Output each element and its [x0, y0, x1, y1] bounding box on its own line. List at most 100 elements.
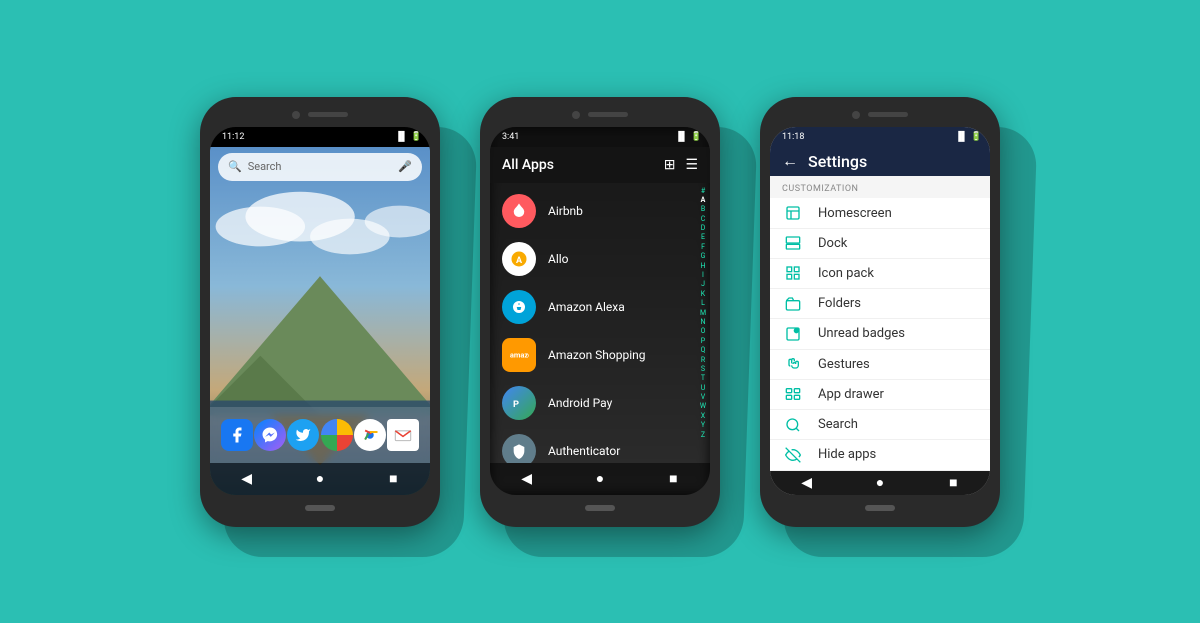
alpha-j[interactable]: J: [701, 280, 705, 288]
alpha-o[interactable]: O: [701, 327, 706, 335]
settings-item-search[interactable]: Search: [770, 410, 990, 440]
alpha-p[interactable]: P: [701, 337, 705, 345]
gestures-label: Gestures: [818, 357, 870, 372]
search-bar[interactable]: 🔍 Search 🎤: [218, 153, 422, 181]
alpha-i[interactable]: I: [702, 271, 704, 279]
photos-icon[interactable]: [321, 419, 353, 451]
app-icon-androidpay: P: [502, 386, 536, 420]
mic-icon: 🎤: [398, 160, 412, 173]
alpha-e[interactable]: E: [701, 233, 705, 241]
phone3-status-bar: 11:18 ▐▌ 🔋: [770, 127, 990, 147]
alpha-w[interactable]: W: [700, 402, 706, 410]
svg-text:amazon: amazon: [510, 350, 529, 359]
facebook-icon[interactable]: [221, 419, 253, 451]
phone2-header: All Apps ⊞ ☰: [490, 147, 710, 183]
alpha-d[interactable]: D: [701, 224, 706, 232]
phone2-bottom-bar: [490, 499, 710, 517]
phone1: 11:12 ▐▌ 🔋: [200, 97, 440, 527]
alpha-m[interactable]: M: [700, 309, 706, 317]
grid-view-icon[interactable]: ⊞: [664, 157, 676, 173]
wifi-icon3: 🔋: [971, 132, 982, 142]
app-icon-allo: A: [502, 242, 536, 276]
list-item[interactable]: amazon Amazon Shopping: [490, 331, 696, 379]
back-button[interactable]: ◀: [235, 467, 259, 491]
settings-item-folders[interactable]: Folders: [770, 289, 990, 319]
app-name-androidpay: Android Pay: [548, 396, 612, 410]
home-btn3[interactable]: ●: [868, 471, 892, 495]
phone2-top-bar: [490, 107, 710, 123]
messenger-icon[interactable]: [254, 419, 286, 451]
search-label: Search: [248, 160, 393, 173]
alpha-x[interactable]: X: [701, 412, 705, 420]
settings-item-gestures[interactable]: Gestures: [770, 350, 990, 380]
alpha-hash[interactable]: #: [701, 187, 705, 195]
list-item[interactable]: Authenticator: [490, 427, 696, 463]
phone3-camera: [852, 111, 860, 119]
list-view-icon[interactable]: ☰: [685, 157, 698, 173]
phone3-nav-bar: ◀ ● ■: [770, 471, 990, 495]
twitter-icon[interactable]: [287, 419, 319, 451]
phone1-bottom-bar: [210, 499, 430, 517]
settings-item-hideapps[interactable]: Hide apps: [770, 440, 990, 470]
phone3-top-bar: [770, 107, 990, 123]
alpha-y[interactable]: Y: [701, 421, 705, 429]
list-item[interactable]: Amazon Alexa: [490, 283, 696, 331]
back-btn3[interactable]: ◀: [795, 471, 819, 495]
settings-item-badges[interactable]: Unread badges: [770, 319, 990, 349]
alpha-f[interactable]: F: [701, 243, 705, 251]
alpha-s[interactable]: S: [701, 365, 705, 373]
alpha-n[interactable]: N: [701, 318, 706, 326]
phone3-bottom-bar: [770, 499, 990, 517]
settings-item-appdrawer[interactable]: App drawer: [770, 380, 990, 410]
settings-item-homescreen[interactable]: Homescreen: [770, 198, 990, 228]
phone1-speaker: [308, 112, 348, 117]
phone3-bottom-btn: [865, 505, 895, 511]
phone3-time: 11:18: [782, 132, 804, 142]
phone2-speaker: [588, 112, 628, 117]
search-icon: 🔍: [228, 160, 242, 173]
recents-btn3[interactable]: ■: [941, 471, 965, 495]
iconpack-label: Icon pack: [818, 266, 874, 281]
alpha-q[interactable]: Q: [701, 346, 706, 354]
back-arrow-icon[interactable]: ←: [782, 151, 798, 171]
chrome-icon[interactable]: [354, 419, 386, 451]
alpha-k[interactable]: K: [701, 290, 705, 298]
alpha-u[interactable]: U: [701, 384, 706, 392]
recents-button[interactable]: ■: [381, 467, 405, 491]
customization-label: CUSTOMIZATION: [770, 176, 990, 198]
phone3-speaker: [868, 112, 908, 117]
alpha-t[interactable]: T: [701, 374, 705, 382]
settings-item-iconpack[interactable]: Icon pack: [770, 259, 990, 289]
list-item[interactable]: P Android Pay: [490, 379, 696, 427]
alpha-g[interactable]: G: [701, 252, 706, 260]
gestures-icon: [782, 353, 804, 375]
alpha-h[interactable]: H: [701, 262, 706, 270]
phone3-content: 11:18 ▐▌ 🔋 ← Settings CUSTOMIZATION Home…: [770, 127, 990, 495]
home-button[interactable]: ●: [308, 467, 332, 491]
settings-item-dock[interactable]: Dock: [770, 229, 990, 259]
folders-icon: [782, 293, 804, 315]
phone2: 3:41 ▐▌ 🔋 All Apps ⊞ ☰: [480, 97, 720, 527]
all-apps-title: All Apps: [502, 157, 664, 173]
dock-icon: [782, 232, 804, 254]
hideapps-label: Hide apps: [818, 447, 876, 462]
alpha-l[interactable]: L: [701, 299, 705, 307]
gmail-icon[interactable]: [387, 419, 419, 451]
alpha-c[interactable]: C: [701, 215, 706, 223]
phone1-status-bar: 11:12 ▐▌ 🔋: [210, 127, 430, 147]
alpha-b[interactable]: B: [701, 205, 705, 213]
wifi-icon2: 🔋: [691, 132, 702, 142]
alpha-z[interactable]: Z: [701, 431, 705, 439]
list-item[interactable]: A Allo: [490, 235, 696, 283]
list-item[interactable]: Airbnb: [490, 187, 696, 235]
recents-btn2[interactable]: ■: [661, 467, 685, 491]
phone1-screen: 11:12 ▐▌ 🔋: [210, 127, 430, 495]
view-icons: ⊞ ☰: [664, 157, 698, 173]
back-btn2[interactable]: ◀: [515, 467, 539, 491]
svg-text:A: A: [516, 255, 523, 265]
alpha-r[interactable]: R: [701, 356, 705, 364]
alpha-v[interactable]: V: [701, 393, 705, 401]
apps-list-container: Airbnb A Allo Amazon Alexa: [490, 183, 710, 463]
home-btn2[interactable]: ●: [588, 467, 612, 491]
alpha-a[interactable]: A: [701, 196, 706, 204]
